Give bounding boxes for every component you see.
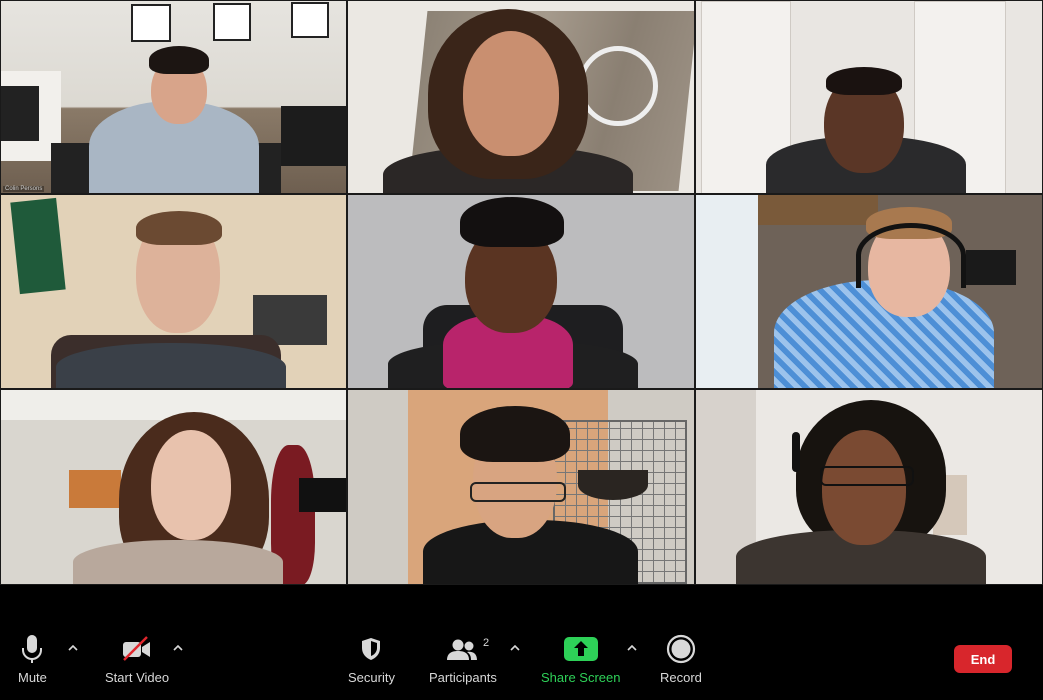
video-meeting-window: Colin Persons Mute Start Video Security …: [0, 0, 1043, 700]
participant-video-tile-1[interactable]: Colin Persons: [0, 0, 347, 194]
wall-art: [69, 470, 121, 508]
table: [281, 106, 346, 166]
participant-video-tile-5[interactable]: [347, 194, 695, 389]
participant-hair: [826, 67, 902, 95]
window: [696, 195, 758, 388]
wall-frame: [291, 2, 329, 38]
microphone-icon: [21, 632, 43, 666]
record-button[interactable]: Record: [660, 632, 702, 685]
headset: [856, 223, 966, 288]
video-options-caret[interactable]: [171, 641, 185, 655]
mute-button[interactable]: Mute: [18, 632, 47, 685]
end-meeting-button[interactable]: End: [954, 645, 1012, 673]
fireplace-opening: [1, 86, 39, 141]
start-video-button[interactable]: Start Video: [105, 632, 169, 685]
hammock: [578, 470, 648, 500]
share-screen-button[interactable]: Share Screen: [541, 632, 621, 685]
music-stand: [299, 478, 346, 512]
participant-face: [151, 430, 231, 540]
participant-video-tile-6[interactable]: [695, 194, 1043, 389]
participant-video-tile-3[interactable]: [695, 0, 1043, 194]
participant-face: [822, 430, 906, 545]
video-off-icon: [121, 632, 153, 666]
eyeglasses: [470, 482, 566, 502]
shield-icon: [361, 632, 381, 666]
participant-hair: [136, 211, 222, 245]
participant-video-tile-2[interactable]: [347, 0, 695, 194]
start-video-label: Start Video: [105, 670, 170, 685]
participant-hair: [149, 46, 209, 74]
security-label: Security: [348, 670, 395, 685]
participant-hair: [460, 406, 570, 462]
participant-name-tag: Colin Persons: [3, 186, 45, 192]
mute-label: Mute: [18, 670, 47, 685]
participants-label: Participants: [429, 670, 497, 685]
record-label: Record: [660, 670, 702, 685]
participant-body: [73, 540, 283, 584]
share-options-caret[interactable]: [625, 641, 639, 655]
eyeglasses: [820, 466, 914, 486]
wall-poster: [10, 197, 66, 295]
gallery-view: Colin Persons: [0, 0, 1043, 585]
participant-face: [463, 31, 559, 156]
participant-video-tile-9[interactable]: [695, 389, 1043, 585]
monitor: [966, 250, 1016, 285]
people-icon: [446, 632, 480, 666]
share-screen-arrow-icon: [563, 632, 599, 666]
participant-hair: [460, 197, 564, 247]
audio-options-caret[interactable]: [66, 641, 80, 655]
share-screen-label: Share Screen: [541, 670, 621, 685]
headset: [792, 432, 800, 472]
participant-video-tile-4[interactable]: [0, 194, 347, 389]
record-icon: [666, 632, 696, 666]
participant-video-tile-7[interactable]: [0, 389, 347, 585]
wall-frame: [131, 4, 171, 42]
sign-logo: [578, 46, 658, 126]
security-button[interactable]: Security: [348, 632, 395, 685]
participant-video-tile-8[interactable]: [347, 389, 695, 585]
participant-body: [56, 343, 286, 388]
participants-count-badge: 2: [483, 637, 490, 649]
wall-frame: [213, 3, 251, 41]
participants-options-caret[interactable]: [508, 641, 522, 655]
shelf: [758, 195, 878, 225]
